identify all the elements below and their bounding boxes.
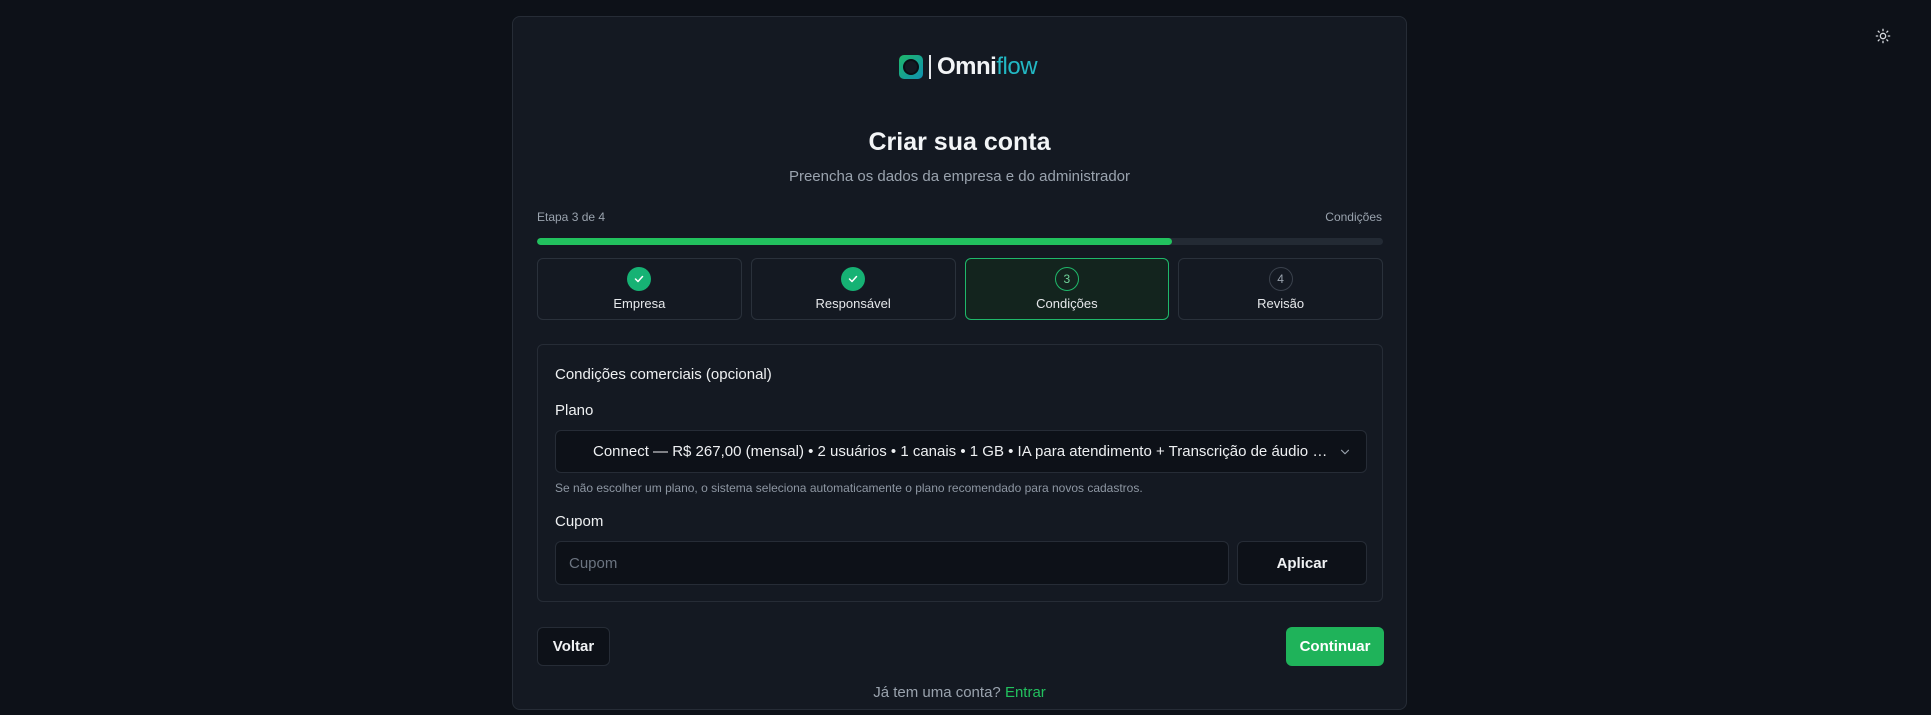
step-number-badge: 4	[1268, 267, 1293, 291]
continue-button[interactable]: Continuar	[1286, 627, 1384, 666]
login-prompt: Já tem uma conta? Entrar	[513, 684, 1406, 701]
progress-bar-fill	[537, 238, 1172, 245]
theme-toggle-button[interactable]	[1872, 25, 1894, 47]
step-revisao[interactable]: 4 Revisão	[1178, 258, 1383, 320]
coupon-label: Cupom	[555, 513, 604, 530]
coupon-input[interactable]	[555, 541, 1229, 585]
chevron-down-icon	[1340, 449, 1350, 455]
step-label: Empresa	[613, 296, 666, 311]
logo-divider	[929, 55, 931, 79]
plan-select[interactable]: Connect — R$ 267,00 (mensal) • 2 usuário…	[555, 430, 1367, 473]
step-label: Responsável	[815, 296, 891, 311]
logo-mark-icon	[899, 55, 923, 79]
page-title: Criar sua conta	[868, 128, 1051, 156]
step-label: Condições	[1036, 296, 1098, 311]
step-done-badge	[841, 267, 866, 291]
brand-logo: Omniflow	[899, 53, 1038, 81]
plan-select-value: Connect — R$ 267,00 (mensal) • 2 usuário…	[593, 443, 1328, 460]
login-prompt-text: Já tem uma conta?	[873, 684, 1001, 701]
step-condicoes[interactable]: 3 Condições	[964, 258, 1170, 320]
check-icon	[848, 275, 858, 283]
plan-hint: Se não escolher um plano, o sistema sele…	[555, 481, 1143, 495]
stepper: Empresa Responsável 3 Condições 4 Revisã…	[537, 258, 1383, 320]
step-counter: Etapa 3 de 4	[537, 210, 606, 224]
page-subtitle: Preencha os dados da empresa e do admini…	[788, 168, 1131, 185]
signup-card: Omniflow Criar sua conta Preencha os dad…	[512, 16, 1407, 710]
login-link[interactable]: Entrar	[1005, 684, 1046, 701]
check-icon	[635, 275, 644, 283]
step-label: Revisão	[1257, 296, 1305, 311]
step-number-badge: 3	[1054, 267, 1079, 291]
logo-wordmark: Omniflow	[937, 53, 1038, 80]
plan-label: Plano	[555, 402, 594, 419]
section-title: Condições comerciais (opcional)	[555, 366, 772, 383]
step-empresa[interactable]: Empresa	[537, 258, 742, 320]
step-responsavel[interactable]: Responsável	[750, 258, 956, 320]
back-button[interactable]: Voltar	[537, 627, 610, 666]
current-step-name: Condições	[1325, 210, 1382, 224]
sun-icon	[1875, 28, 1891, 44]
apply-coupon-button[interactable]: Aplicar	[1237, 541, 1367, 585]
commercial-conditions-section: Condições comerciais (opcional) Plano Co…	[537, 344, 1383, 602]
progress-bar	[537, 238, 1383, 245]
step-done-badge	[627, 267, 652, 291]
